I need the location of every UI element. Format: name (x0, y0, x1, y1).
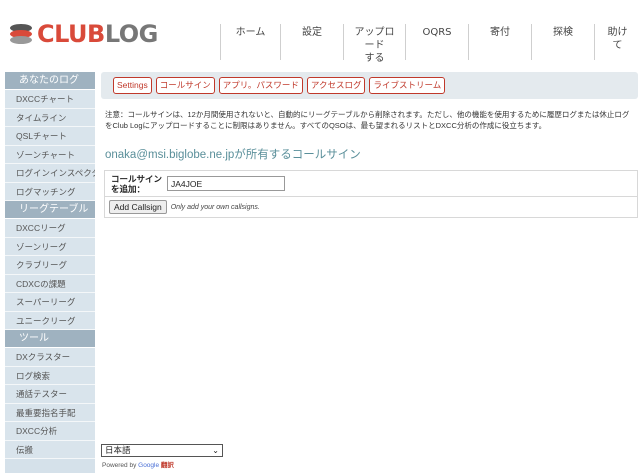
clublog-logo[interactable]: CLUBLOG (8, 16, 158, 52)
sidebar-heading-league-tables: リーグテーブル (5, 201, 95, 219)
callsign-input[interactable] (167, 176, 285, 191)
callsign-label: コールサイン を追加： (111, 173, 163, 194)
sidebar-item-log-search[interactable]: ログ検索 (5, 366, 95, 385)
main-content: Settings コールサイン アプリ。パスワード アクセスログ ライブストリー… (101, 72, 638, 218)
form-row-callsign: コールサイン を追加： (105, 171, 637, 197)
translate-link[interactable]: 翻訳 (161, 462, 174, 469)
sidebar-item-zone-chart[interactable]: ゾーンチャート (5, 145, 95, 164)
sidebar-item-cdxc-challenge[interactable]: CDXCの課題 (5, 274, 95, 293)
sidebar-item-log-matching[interactable]: ログマッチング (5, 182, 95, 201)
sidebar-item-dxcc-analysis[interactable]: DXCC分析 (5, 422, 95, 441)
chevron-down-icon: ⌄ (212, 446, 219, 455)
language-select[interactable]: 日本語 ⌄ (101, 444, 223, 457)
nav-upload[interactable]: アップロード する (343, 24, 405, 64)
sidebar-item-call-tester[interactable]: 通話テスター (5, 385, 95, 404)
sidebar-heading-tools: ツール (5, 330, 95, 348)
section-title: onaka@msi.biglobe.ne.jpが所有するコールサイン (105, 149, 361, 161)
sidebar-item-dx-cluster[interactable]: DXクラスター (5, 348, 95, 367)
sidebar-item-dxcc-chart[interactable]: DXCCチャート (5, 90, 95, 109)
notice-text: 注意：コールサインは、12か月間使用されないと、自動的にリーグテーブルから削除さ… (105, 110, 630, 130)
nav-help[interactable]: 助けて (594, 24, 640, 60)
language-select-value: 日本語 (105, 445, 131, 455)
tab-callsigns[interactable]: コールサイン (155, 77, 215, 94)
sidebar-item-unique-league[interactable]: ユニークリーグ (5, 311, 95, 330)
sidebar-item-qsl-chart[interactable]: QSLチャート (5, 127, 95, 146)
add-callsign-form: コールサイン を追加： Add Callsign Only add your o… (104, 170, 638, 218)
tab-live-stream[interactable]: ライブストリーム (369, 77, 446, 94)
form-row-actions: Add Callsign Only add your own callsigns… (105, 197, 637, 217)
sidebar: あなたのログ DXCCチャート タイムライン QSLチャート ゾーンチャート ロ… (5, 72, 95, 473)
nav-home[interactable]: ホーム (220, 24, 280, 60)
header: CLUBLOG ホーム 設定 アップロード する OQRS 寄付 探検 助けて (0, 0, 640, 68)
sidebar-item-zone-league[interactable]: ゾーンリーグ (5, 237, 95, 256)
powered-by-label: Powered by (102, 462, 137, 469)
sidebar-heading-your-log: あなたのログ (5, 72, 95, 90)
sidebar-item-most-wanted[interactable]: 最重要指名手配 (5, 403, 95, 422)
logo-text: CLUBLOG (37, 20, 158, 48)
sidebar-item-dxcc-league[interactable]: DXCCリーグ (5, 219, 95, 238)
sidebar-item-super-league[interactable]: スーパーリーグ (5, 293, 95, 312)
nav-donate[interactable]: 寄付 (468, 24, 531, 60)
nav-oqrs[interactable]: OQRS (405, 24, 468, 60)
sidebar-item-log-inspector[interactable]: ログインインスペクター (5, 164, 95, 183)
google-logo-text: Google (138, 462, 160, 469)
google-translate-credit: Powered by Google 翻訳 (102, 459, 174, 469)
settings-subnav: Settings コールサイン アプリ。パスワード アクセスログ ライブストリー… (101, 72, 638, 99)
add-callsign-hint: Only add your own callsigns. (170, 203, 260, 211)
sidebar-item-club-league[interactable]: クラブリーグ (5, 256, 95, 275)
nav-explore[interactable]: 探検 (531, 24, 594, 60)
tab-app-passwords[interactable]: アプリ。パスワード (218, 77, 303, 94)
tab-access-log[interactable]: アクセスログ (306, 77, 366, 94)
logo-globe-icon (8, 21, 34, 47)
sidebar-item-timeline[interactable]: タイムライン (5, 108, 95, 127)
tab-settings[interactable]: Settings (113, 77, 152, 94)
nav-settings[interactable]: 設定 (280, 24, 343, 60)
add-callsign-button[interactable]: Add Callsign (109, 200, 167, 214)
top-nav: ホーム 設定 アップロード する OQRS 寄付 探検 助けて (220, 24, 640, 64)
sidebar-item-propagation[interactable]: 伝搬 (5, 440, 95, 459)
